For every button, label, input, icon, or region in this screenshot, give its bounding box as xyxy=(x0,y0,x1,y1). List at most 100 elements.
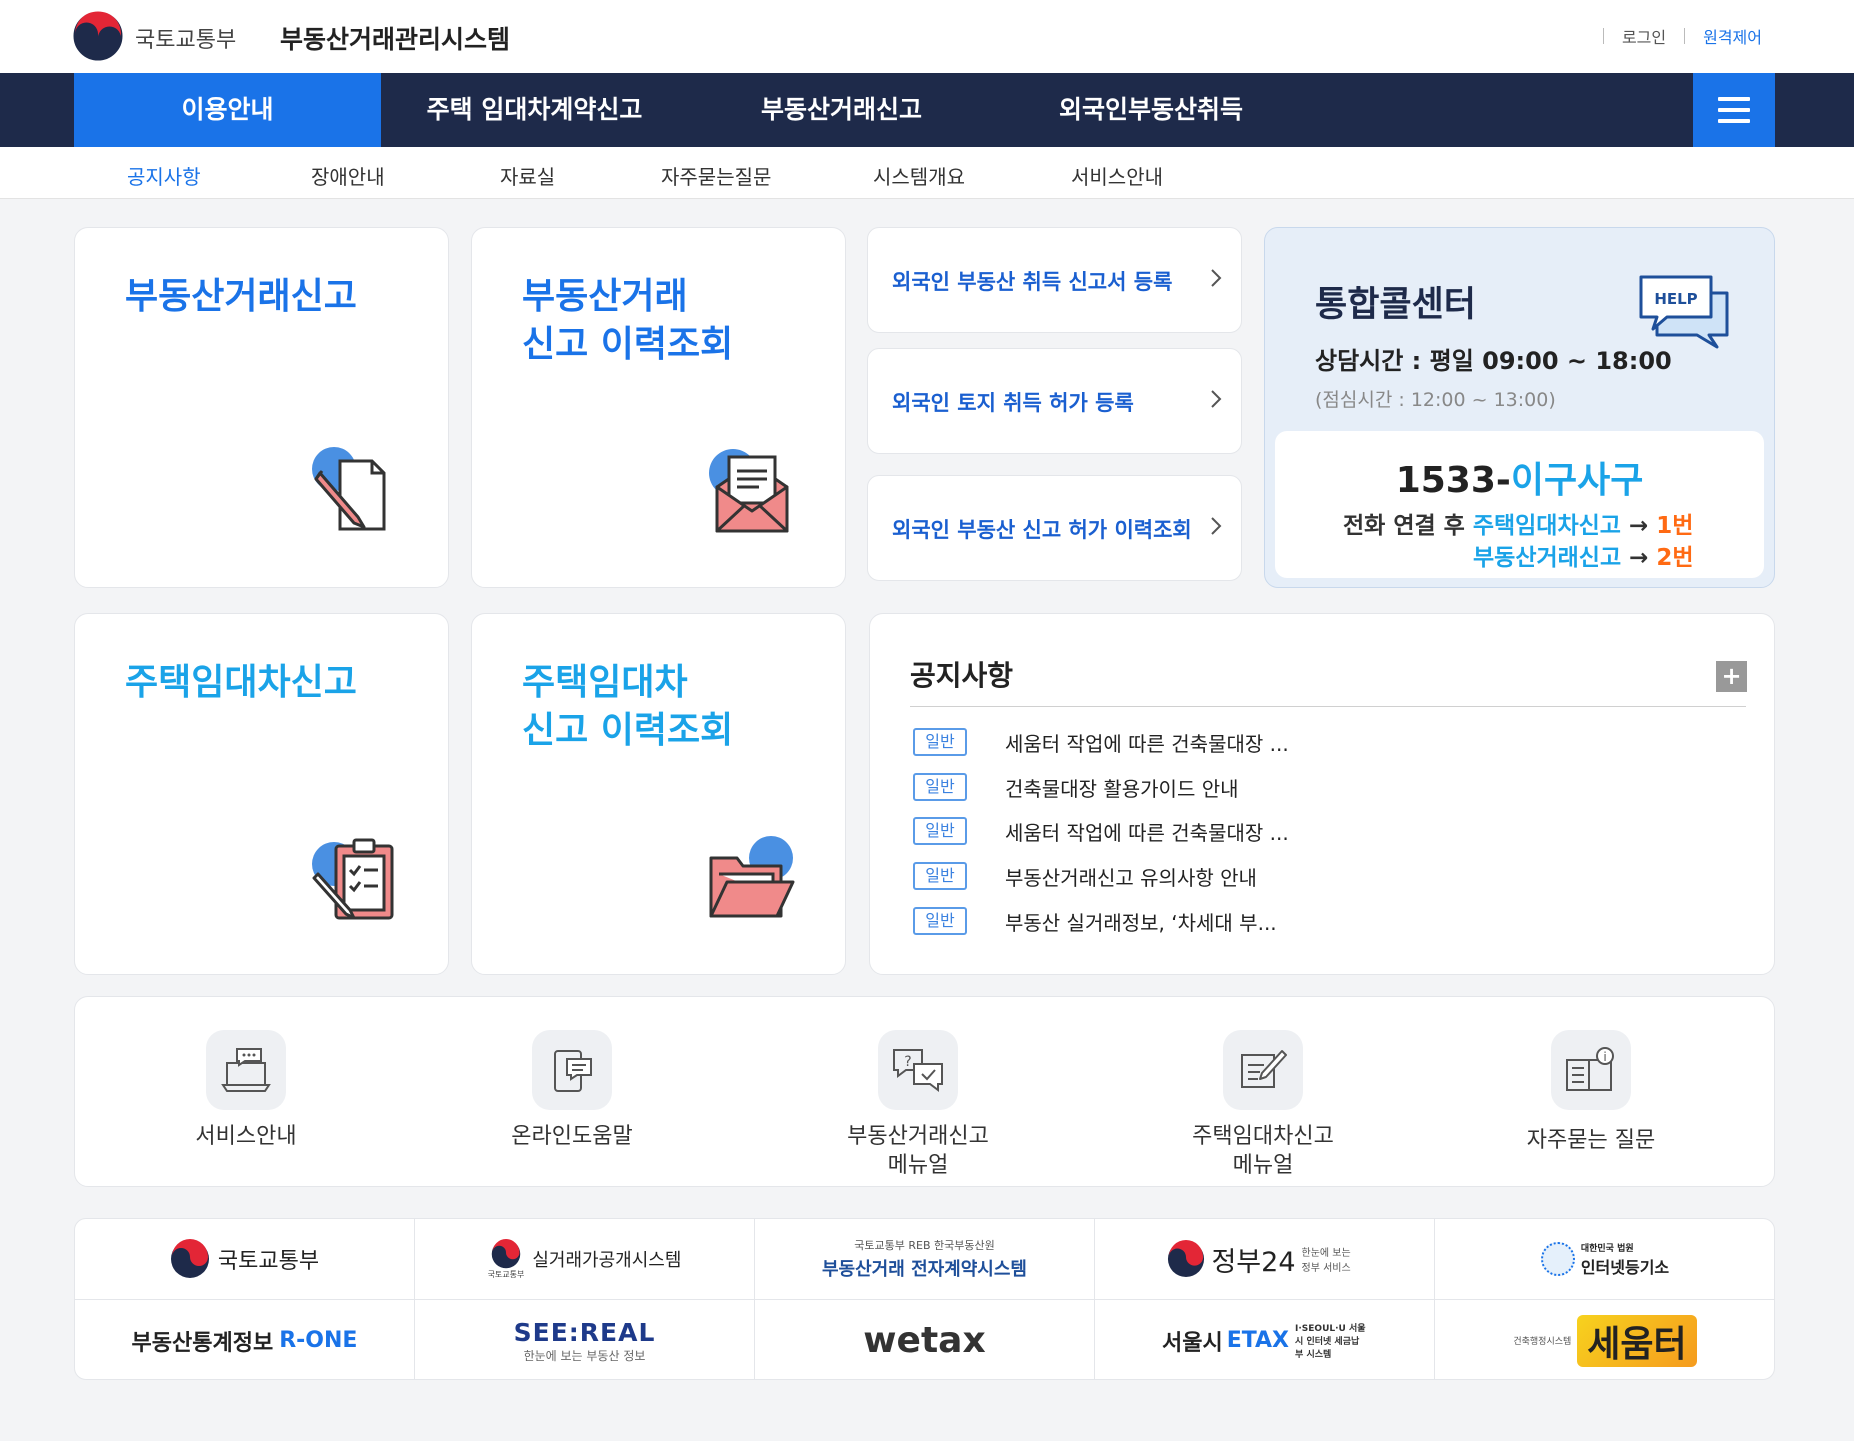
hamburger-icon-line xyxy=(1718,119,1750,123)
notice-text[interactable]: 부동산 실거래정보, ‘차세대 부... xyxy=(1005,907,1277,936)
banner-label: SEE:REAL xyxy=(513,1317,656,1347)
gnb-item-realestate-report[interactable]: 부동산거래신고 xyxy=(688,73,995,147)
notice-badge: 일반 xyxy=(913,817,967,845)
foreign-history-link[interactable]: 외국인 부동산 신고 허가 이력조회 xyxy=(867,475,1242,581)
phone-prefix: 1533- xyxy=(1395,460,1511,501)
notice-panel: 공지사항 + 일반 세움터 작업에 따른 건축물대장 ... 일반 건축물대장 … xyxy=(869,613,1775,975)
banner-wetax[interactable]: wetax xyxy=(755,1300,1095,1379)
subnav-item-faq[interactable]: 자주묻는질문 xyxy=(661,161,771,190)
card-title: 주택임대차 신고 이력조회 xyxy=(522,662,734,751)
related-sites-banners: 국토교통부 국토교통부 실거래가공개시스템 국토교통부 REB 한국부동산원 부… xyxy=(74,1218,1775,1380)
quick-online-help[interactable]: 온라인도움말 xyxy=(472,1030,672,1151)
svg-text:i: i xyxy=(1603,1050,1606,1064)
notice-text[interactable]: 부동산거래신고 유의사항 안내 xyxy=(1005,862,1257,891)
subnav-item-outage[interactable]: 장애안내 xyxy=(311,161,385,190)
quick-faq[interactable]: i 자주묻는 질문 xyxy=(1491,1030,1691,1155)
chevron-right-icon xyxy=(1211,269,1222,287)
top-header: 국토교통부 부동산거래관리시스템 로그인 원격제어 xyxy=(0,0,1854,73)
banner-seereal[interactable]: SEE:REAL 한눈에 보는 부동산 정보 xyxy=(415,1300,755,1379)
remote-control-link[interactable]: 원격제어 xyxy=(1703,24,1762,48)
system-name[interactable]: 부동산거래관리시스템 xyxy=(280,20,510,56)
link-label: 외국인 부동산 신고 허가 이력조회 xyxy=(892,518,1192,542)
subnav-item-notice[interactable]: 공지사항 xyxy=(127,161,201,190)
card-lease-report[interactable]: 주택임대차신고 xyxy=(74,613,449,975)
foreign-acquisition-report-link[interactable]: 외국인 부동산 취득 신고서 등록 xyxy=(867,227,1242,333)
quick-menu: 서비스안내 온라인도움말 ? 부동산거래신고 메뉴얼 주택임대차신고 메뉴얼 i… xyxy=(74,996,1775,1187)
banner-sub: 건축행정시스템 xyxy=(1513,1337,1572,1347)
notice-item[interactable]: 일반 부동산 실거래정보, ‘차세대 부... xyxy=(913,906,1277,936)
banner-etax[interactable]: 서울시 ETAX I·SEOUL·U 서울시 인터넷 세금납부 시스템 xyxy=(1095,1300,1435,1379)
option-arrow: → xyxy=(1621,545,1657,571)
quick-label: 온라인도움말 xyxy=(511,1124,633,1149)
divider xyxy=(1602,28,1604,44)
option-service: 부동산거래신고 xyxy=(1473,545,1622,571)
subnav-item-library[interactable]: 자료실 xyxy=(500,161,555,190)
phone-option-2: 부동산거래신고 → 2번 xyxy=(1473,538,1694,572)
government-logo-icon xyxy=(170,1239,209,1278)
phone-number[interactable]: 1533-이구사구 xyxy=(1275,451,1764,503)
card-realestate-history[interactable]: 부동산거래 신고 이력조회 xyxy=(471,227,846,588)
banner-price-disclosure[interactable]: 국토교통부 실거래가공개시스템 xyxy=(415,1219,755,1300)
quick-lease-manual[interactable]: 주택임대차신고 메뉴얼 xyxy=(1163,1030,1363,1180)
gnb-item-guide[interactable]: 이용안내 xyxy=(74,73,381,147)
notice-item[interactable]: 일반 부동산거래신고 유의사항 안내 xyxy=(913,861,1257,891)
banner-accent: ETAX xyxy=(1226,1328,1290,1353)
help-icon-text: HELP xyxy=(1654,290,1697,308)
banner-label: 부동산통계정보 xyxy=(131,1330,274,1356)
card-title: 부동산거래 신고 이력조회 xyxy=(522,276,734,365)
divider xyxy=(1684,28,1686,44)
banner-top: 대한민국 법원 xyxy=(1580,1243,1634,1254)
call-center-hours: 상담시간 : 평일 09:00 ~ 18:00 xyxy=(1315,347,1672,375)
government-logo-icon xyxy=(491,1238,521,1268)
chevron-right-icon xyxy=(1211,390,1222,408)
notice-text[interactable]: 세움터 작업에 따른 건축물대장 ... xyxy=(1005,817,1289,846)
call-center-title: 통합콜센터 xyxy=(1315,285,1477,325)
notice-text[interactable]: 세움터 작업에 따른 건축물대장 ... xyxy=(1005,728,1289,757)
svg-text:?: ? xyxy=(904,1054,911,1070)
subnav-item-overview[interactable]: 시스템개요 xyxy=(873,161,965,190)
gnb-item-lease-report[interactable]: 주택 임대차계약신고 xyxy=(381,73,688,147)
gnb-item-foreign-acquisition[interactable]: 외국인부동산취득 xyxy=(995,73,1307,147)
banner-molit[interactable]: 국토교통부 xyxy=(75,1219,415,1300)
banner-gov24[interactable]: 정부24 한눈에 보는 정부 서비스 xyxy=(1095,1219,1435,1300)
banner-top: 국토교통부 REB 한국부동산원 xyxy=(854,1239,995,1252)
card-lease-history[interactable]: 주택임대차 신고 이력조회 xyxy=(471,613,846,975)
notice-text[interactable]: 건축물대장 활용가이드 안내 xyxy=(1005,773,1239,802)
question-chat-icon: ? xyxy=(878,1030,958,1110)
banner-logo: 국토교통부 xyxy=(488,1238,524,1280)
banner-label: 서울시 xyxy=(1161,1330,1223,1356)
government-logo-icon[interactable] xyxy=(72,10,124,62)
notice-badge: 일반 xyxy=(913,728,967,756)
chevron-right-icon xyxy=(1211,517,1222,535)
banner-rone[interactable]: 부동산통계정보 R-ONE xyxy=(75,1300,415,1379)
card-realestate-report[interactable]: 부동산거래신고 xyxy=(74,227,449,588)
card-title: 부동산거래신고 xyxy=(125,276,357,317)
quick-realestate-manual[interactable]: ? 부동산거래신고 메뉴얼 xyxy=(818,1030,1018,1180)
divider xyxy=(910,706,1746,707)
banner-label: 국토교통부 xyxy=(217,1249,320,1274)
hamburger-menu-button[interactable] xyxy=(1693,73,1775,147)
login-link[interactable]: 로그인 xyxy=(1622,24,1666,48)
quick-service-guide[interactable]: 서비스안내 xyxy=(146,1030,346,1151)
banner-e-contract[interactable]: 국토교통부 REB 한국부동산원 부동산거래 전자계약시스템 xyxy=(755,1219,1095,1300)
foreign-land-permit-link[interactable]: 외국인 토지 취득 허가 등록 xyxy=(867,348,1242,454)
banner-label: wetax xyxy=(863,1320,986,1361)
banner-label: 부동산거래 전자계약시스템 xyxy=(822,1259,1027,1280)
notice-more-button[interactable]: + xyxy=(1716,661,1747,692)
laptop-chat-icon xyxy=(206,1030,286,1110)
banner-seumteo[interactable]: 건축행정시스템 세움터 xyxy=(1435,1300,1774,1379)
quick-label: 자주묻는 질문 xyxy=(1526,1128,1656,1153)
subnav-item-service[interactable]: 서비스안내 xyxy=(1071,161,1163,190)
utility-links: 로그인 원격제어 xyxy=(1585,24,1762,48)
document-pen-icon xyxy=(312,447,386,531)
notice-title: 공지사항 xyxy=(910,659,1014,692)
banner-label: 실거래가공개시스템 xyxy=(532,1250,682,1271)
notice-item[interactable]: 일반 건축물대장 활용가이드 안내 xyxy=(913,772,1239,802)
government-logo-icon xyxy=(1168,1240,1205,1278)
notice-badge: 일반 xyxy=(913,862,967,890)
option-arrow: → xyxy=(1620,513,1657,539)
notice-item[interactable]: 일반 세움터 작업에 따른 건축물대장 ... xyxy=(913,727,1289,757)
notice-item[interactable]: 일반 세움터 작업에 따른 건축물대장 ... xyxy=(913,816,1289,846)
option-service: 주택임대차신고 xyxy=(1472,513,1621,539)
banner-registry[interactable]: 대한민국 법원 인터넷등기소 xyxy=(1435,1219,1774,1300)
